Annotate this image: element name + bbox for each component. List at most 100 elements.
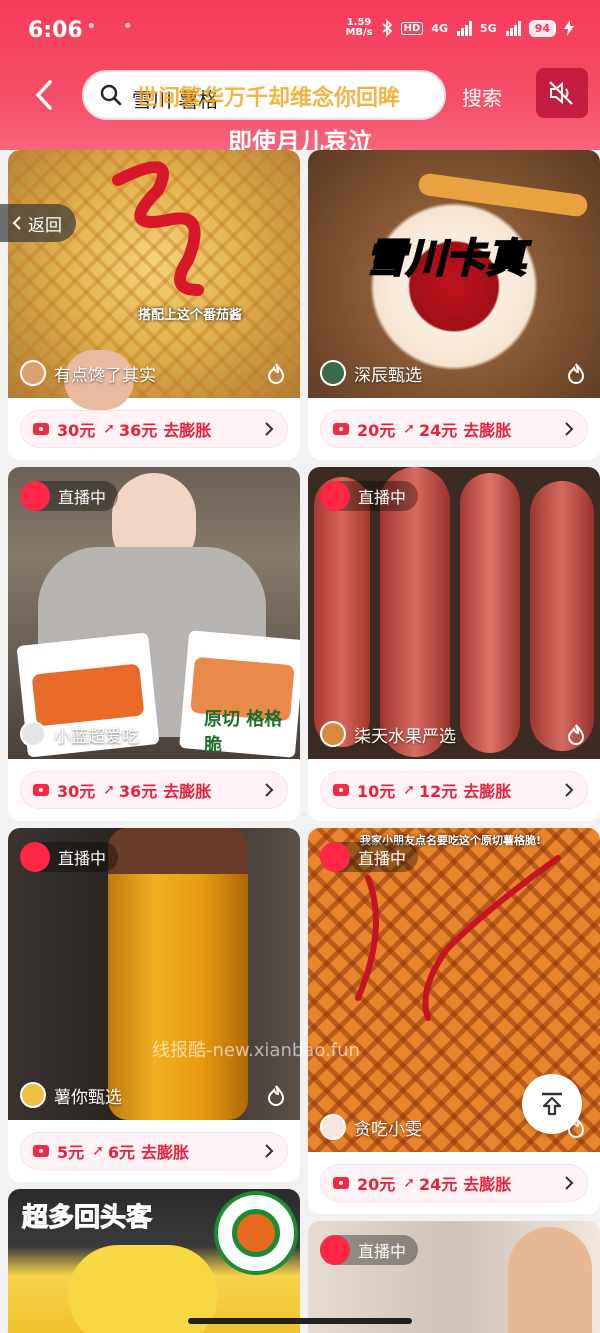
header: 6:06 • • 1.59 MB/s HD 4G 5G 94 雪川 薯格 世间繁华…	[0, 0, 600, 156]
price-button[interactable]: 5元 ➚ 6元 去膨胀	[20, 1132, 288, 1170]
author[interactable]: 小蓝超爱吃	[20, 721, 139, 747]
chevron-right-icon	[265, 783, 274, 797]
ticket-icon	[333, 1177, 349, 1189]
chevron-right-icon	[565, 1176, 574, 1190]
arrow-up-to-top-icon	[542, 1092, 562, 1116]
chevron-left-icon	[12, 216, 21, 230]
author[interactable]: 深辰甄选	[320, 360, 422, 386]
product-card[interactable]: 雪川卡真 深辰甄选 20元 ➚ 24元 去膨胀	[308, 150, 600, 460]
avatar[interactable]	[320, 721, 346, 747]
flame-icon	[267, 1085, 285, 1106]
hd-badge: HD	[400, 21, 424, 35]
thumb-caption: 搭配上这个番茄酱	[138, 308, 243, 323]
price-button[interactable]: 30元 ➚ 36元 去膨胀	[20, 771, 288, 809]
top-bar: 雪川 薯格 世间繁华万千却维念你回眸 搜索	[0, 66, 600, 122]
person-face	[508, 1227, 592, 1333]
product-card[interactable]: 直播中	[308, 1221, 600, 1333]
product-card[interactable]: 直播中 薯你甄选 5元 ➚ 6元 去膨胀	[8, 828, 300, 1182]
flame-icon	[267, 363, 285, 384]
price-button[interactable]: 20元 ➚ 24元 去膨胀	[320, 410, 588, 448]
avatar[interactable]	[20, 360, 46, 386]
product-card[interactable]: 搭配上这个番茄酱 有点馋了其实 30元 ➚ 36元 去膨胀	[8, 150, 300, 460]
net-speed: 1.59 MB/s	[345, 17, 373, 38]
signal-icon	[505, 20, 521, 36]
status-dots: • •	[86, 16, 143, 37]
card-thumbnail[interactable]: 超多回头客	[8, 1189, 300, 1333]
signal-icon	[457, 20, 472, 36]
avatar[interactable]	[20, 721, 46, 747]
status-icons: 1.59 MB/s HD 4G 5G 94	[345, 18, 574, 38]
card-thumbnail[interactable]: 直播中 柒天水果严选	[308, 467, 600, 759]
price-button[interactable]: 30元 ➚ 36元 去膨胀	[20, 410, 288, 448]
live-badge: 直播中	[320, 1235, 419, 1265]
home-indicator[interactable]	[188, 1318, 412, 1324]
ticket-icon	[33, 1145, 49, 1157]
bluetooth-icon	[382, 19, 392, 37]
ketchup-drizzle	[355, 855, 561, 1021]
live-badge: 直播中	[20, 481, 119, 511]
speaker-muted-icon	[549, 81, 573, 105]
card-thumbnail[interactable]: 原切 格格脆 直播中 小蓝超爱吃	[8, 467, 300, 759]
flame-icon	[567, 724, 585, 745]
avatar[interactable]	[20, 1082, 46, 1108]
trend-up-icon: ➚	[92, 1143, 104, 1159]
trend-up-icon: ➚	[403, 782, 416, 798]
watermark: 线报酷-new.xianbao.fun	[152, 1040, 360, 1061]
chevron-right-icon	[265, 1144, 274, 1158]
danmaku-overlay: 世间繁华万千却维念你回眸	[136, 86, 401, 111]
sweet-potato	[460, 473, 520, 753]
ticket-icon	[33, 423, 49, 435]
sweet-potato	[314, 477, 370, 747]
product-card[interactable]: 超多回头客	[8, 1189, 300, 1333]
product-card[interactable]: 我家小朋友点名要吃这个原切薯格脆! 直播中 贪吃小雯 20元 ➚ 24元 去膨胀	[308, 828, 600, 1214]
author[interactable]: 薯你甄选	[20, 1082, 122, 1108]
search-icon	[100, 84, 122, 106]
potato-skin	[108, 828, 248, 874]
thumb-caption: 雪川卡真	[365, 235, 527, 283]
card-thumbnail[interactable]: 搭配上这个番茄酱 有点馋了其实	[8, 150, 300, 410]
search-box[interactable]: 雪川 薯格 世间繁华万千却维念你回眸	[82, 70, 446, 120]
scroll-top-button[interactable]	[522, 1074, 582, 1134]
mute-button[interactable]	[536, 68, 588, 118]
ketchup-drizzle	[112, 161, 204, 296]
thumb-caption: 超多回头客	[21, 1203, 153, 1234]
author[interactable]: 柒天水果严选	[320, 721, 456, 747]
author[interactable]: 有点馋了其实	[20, 360, 156, 386]
trend-up-icon: ➚	[103, 421, 116, 437]
card-thumbnail[interactable]: 直播中 薯你甄选	[8, 828, 300, 1120]
ticket-icon	[33, 784, 49, 796]
avatar[interactable]	[320, 360, 346, 386]
price-button[interactable]: 20元 ➚ 24元 去膨胀	[320, 1164, 588, 1202]
live-badge: 直播中	[320, 481, 419, 511]
network-5g: 5G	[480, 21, 497, 35]
sweet-potato	[530, 481, 594, 751]
price-button[interactable]: 10元 ➚ 12元 去膨胀	[320, 771, 588, 809]
flame-icon	[567, 363, 585, 384]
ticket-icon	[333, 784, 349, 796]
return-button[interactable]: 返回	[0, 204, 76, 242]
flame-icon	[267, 724, 285, 745]
status-time: 6:06	[28, 18, 83, 43]
back-arrow-icon[interactable]	[30, 78, 58, 112]
chevron-right-icon	[565, 422, 574, 436]
battery-icon: 94	[528, 19, 556, 37]
organic-seal	[214, 1191, 298, 1275]
live-badge: 直播中	[320, 842, 419, 872]
chevron-right-icon	[565, 783, 574, 797]
avatar[interactable]	[320, 1114, 346, 1140]
search-button[interactable]: 搜索	[462, 82, 502, 111]
live-badge: 直播中	[20, 842, 119, 872]
trend-up-icon: ➚	[403, 1175, 416, 1191]
network-4g: 4G	[431, 21, 448, 35]
card-thumbnail[interactable]: 直播中	[308, 1221, 600, 1333]
product-card[interactable]: 直播中 柒天水果严选 10元 ➚ 12元 去膨胀	[308, 467, 600, 821]
product-card[interactable]: 原切 格格脆 直播中 小蓝超爱吃 30元 ➚ 36元 去膨胀	[8, 467, 300, 821]
ticket-icon	[333, 423, 349, 435]
charging-icon	[564, 20, 574, 36]
author[interactable]: 贪吃小雯	[320, 1114, 422, 1140]
chevron-right-icon	[265, 422, 274, 436]
trend-up-icon: ➚	[103, 782, 116, 798]
status-bar: 6:06 • • 1.59 MB/s HD 4G 5G 94	[0, 0, 600, 62]
trend-up-icon: ➚	[403, 421, 416, 437]
card-thumbnail[interactable]: 雪川卡真 深辰甄选	[308, 150, 600, 398]
